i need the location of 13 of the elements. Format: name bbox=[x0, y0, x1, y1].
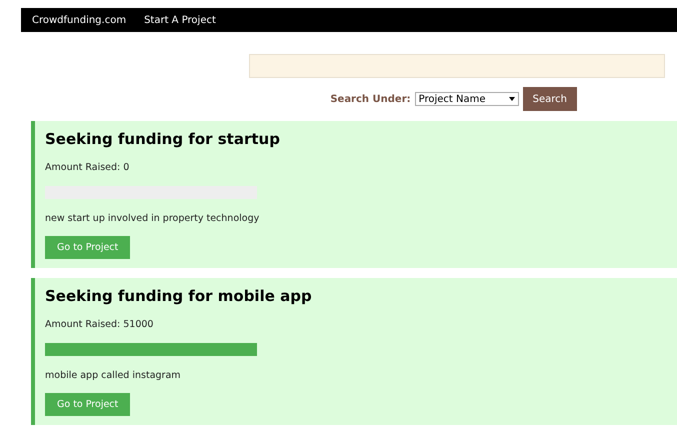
amount-raised: Amount Raised: 51000 bbox=[45, 319, 154, 330]
caret-icon bbox=[508, 97, 515, 101]
search-field[interactable] bbox=[249, 54, 665, 78]
project-title: Seeking funding for mobile app bbox=[45, 287, 313, 305]
project-description: new start up involved in property technology bbox=[45, 213, 260, 224]
nav-link[interactable]: Start A Project bbox=[144, 14, 216, 26]
search-button[interactable]: Search bbox=[522, 87, 577, 111]
amount-raised: Amount Raised: 0 bbox=[45, 162, 130, 173]
search-under-label: Search Under: bbox=[330, 94, 411, 104]
project-description: mobile app called instagram bbox=[45, 370, 182, 381]
search-type-dropdown[interactable]: Project Name bbox=[414, 92, 519, 106]
brand-link[interactable]: Crowdfunding.com bbox=[32, 14, 126, 26]
project-title: Seeking funding for startup bbox=[45, 130, 281, 148]
